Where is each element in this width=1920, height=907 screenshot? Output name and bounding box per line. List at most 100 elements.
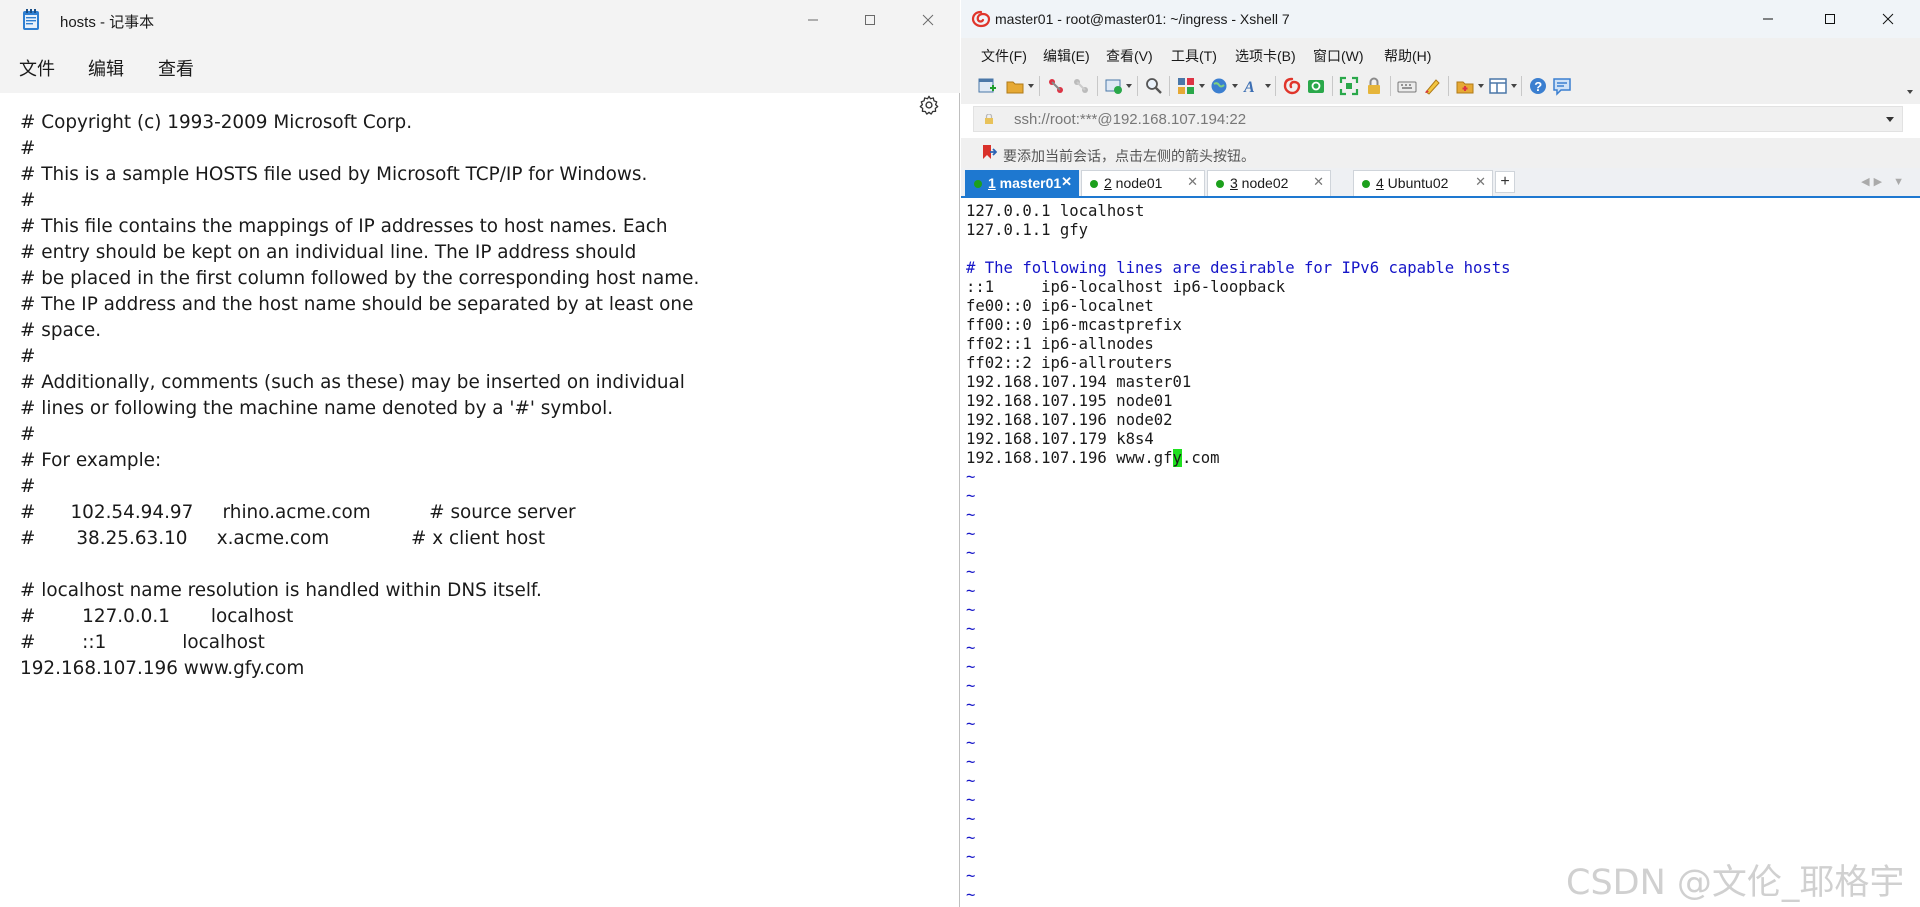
editor-line: # localhost name resolution is handled w…: [20, 580, 542, 601]
editor-line: # Additionally, comments (such as these)…: [20, 372, 685, 393]
layout-icon[interactable]: [1176, 76, 1196, 96]
globe-icon[interactable]: [1209, 76, 1229, 96]
notepad-close-button[interactable]: [899, 0, 957, 40]
vim-empty-lines: ~ ~ ~ ~ ~ ~ ~ ~ ~ ~ ~ ~ ~ ~ ~ ~ ~ ~ ~ ~ ~ ~ ~: [966, 468, 1511, 905]
tab-close-icon[interactable]: ✕: [1313, 174, 1324, 190]
toolbar-separator: [1448, 76, 1449, 96]
highlight-pen-icon[interactable]: [1422, 76, 1442, 96]
vim-tilde-line: ~: [966, 525, 976, 543]
xshell-swirl-icon[interactable]: [1282, 76, 1302, 96]
toolbar-separator: [1332, 76, 1333, 96]
notepad-maximize-button[interactable]: [841, 0, 899, 40]
session-properties-icon[interactable]: [1104, 76, 1124, 96]
menu-edit[interactable]: 编辑(E): [1043, 46, 1090, 66]
vim-tilde-line: ~: [966, 753, 976, 771]
tab-node01[interactable]: 2 node01 ✕: [1081, 170, 1205, 196]
editor-line: #: [20, 476, 36, 497]
tab-scroll-arrows-icon[interactable]: ◀▶ ▼: [1861, 175, 1908, 188]
vim-tilde-line: ~: [966, 487, 976, 505]
terminal-line: ::1 ip6-localhost ip6-loopback: [966, 278, 1286, 296]
notepad-editor[interactable]: # Copyright (c) 1993-2009 Microsoft Corp…: [20, 110, 699, 682]
notepad-titlebar[interactable]: hosts - 记事本: [0, 0, 960, 40]
open-folder-icon[interactable]: [1005, 76, 1025, 96]
dropdown-caret-icon[interactable]: [1126, 84, 1132, 88]
menu-tabs[interactable]: 选项卡(B): [1235, 46, 1296, 66]
xshell-titlebar[interactable]: master01 - root@master01: ~/ingress - Xs…: [961, 0, 1920, 38]
tab-layout-icon[interactable]: [1488, 76, 1508, 96]
toolbar-separator: [1390, 76, 1391, 96]
menu-help[interactable]: 帮助(H): [1384, 46, 1431, 66]
menu-file[interactable]: 文件(F): [981, 46, 1027, 66]
tab-close-icon[interactable]: ✕: [1061, 174, 1072, 190]
address-input[interactable]: ssh://root:***@192.168.107.194:22: [1014, 111, 1246, 128]
menu-view[interactable]: 查看: [158, 55, 194, 81]
notepad-window-title: hosts - 记事本: [60, 14, 155, 31]
bookmark-arrow-icon[interactable]: [981, 144, 997, 160]
toolbar-separator: [1097, 76, 1098, 96]
fullscreen-icon[interactable]: [1339, 76, 1359, 96]
new-session-icon[interactable]: [977, 76, 997, 96]
menu-edit[interactable]: 编辑: [88, 55, 124, 81]
dropdown-caret-icon[interactable]: [1028, 84, 1034, 88]
tab-close-icon[interactable]: ✕: [1475, 174, 1486, 190]
dropdown-caret-icon[interactable]: [1265, 84, 1271, 88]
vim-tilde-line: ~: [966, 886, 976, 904]
tab-master01[interactable]: 1 master01 ✕: [965, 170, 1079, 196]
vim-tilde-line: ~: [966, 734, 976, 752]
xshell-maximize-button[interactable]: [1801, 0, 1859, 38]
terminal-view[interactable]: 127.0.0.1 localhost 127.0.1.1 gfy # The fo…: [961, 198, 1920, 907]
settings-gear-icon[interactable]: [918, 94, 940, 116]
help-icon[interactable]: ?: [1528, 76, 1548, 96]
disconnect-icon[interactable]: [1071, 76, 1091, 96]
tab-node02[interactable]: 3 node02 ✕: [1207, 170, 1331, 196]
line-before-cursor: 192.168.107.196 www.gf: [966, 449, 1173, 467]
menu-file[interactable]: 文件: [19, 55, 55, 81]
address-bar[interactable]: ssh://root:***@192.168.107.194:22: [973, 106, 1903, 132]
chat-icon[interactable]: [1552, 76, 1572, 96]
tab-label: 4 Ubuntu02: [1376, 175, 1448, 191]
xftp-icon[interactable]: [1306, 76, 1326, 96]
notepad-app-icon: [23, 9, 39, 30]
vim-tilde-line: ~: [966, 506, 976, 524]
editor-line: # 38.25.63.10 x.acme.com # x client host: [20, 528, 546, 549]
notepad-minimize-button[interactable]: [784, 0, 842, 40]
toolbar-overflow-caret-icon[interactable]: [1907, 90, 1913, 94]
menu-window[interactable]: 窗口(W): [1313, 46, 1364, 66]
find-icon[interactable]: [1144, 76, 1164, 96]
editor-line: #: [20, 424, 36, 445]
menu-tools[interactable]: 工具(T): [1171, 46, 1217, 66]
dropdown-caret-icon[interactable]: [1232, 84, 1238, 88]
vim-tilde-line: ~: [966, 582, 976, 600]
session-status-dot: [1362, 180, 1370, 188]
editor-line: #: [20, 346, 36, 367]
terminal-line: 192.168.107.195 node01: [966, 392, 1173, 410]
terminal-output: 127.0.0.1 localhost 127.0.1.1 gfy # The fo…: [966, 202, 1511, 905]
terminal-cursor: y: [1172, 449, 1182, 467]
session-status-dot: [1090, 180, 1098, 188]
dropdown-caret-icon[interactable]: [1478, 84, 1484, 88]
xshell-window: master01 - root@master01: ~/ingress - Xs…: [961, 0, 1920, 907]
csdn-watermark: CSDN @文伦_耶格宇: [1566, 863, 1905, 903]
terminal-comment-line: # The following lines are desirable for …: [966, 259, 1511, 277]
terminal-line: 192.168.107.179 k8s4: [966, 430, 1154, 448]
dropdown-caret-icon[interactable]: [1511, 84, 1517, 88]
lock-icon[interactable]: [1364, 76, 1384, 96]
add-tab-button[interactable]: +: [1495, 171, 1515, 193]
tab-close-icon[interactable]: ✕: [1187, 174, 1198, 190]
tab-ubuntu02[interactable]: 4 Ubuntu02 ✕: [1353, 170, 1493, 196]
menu-view[interactable]: 查看(V): [1106, 46, 1153, 66]
xshell-app-icon: [971, 10, 991, 28]
add-folder-icon[interactable]: [1455, 76, 1475, 96]
address-dropdown-icon[interactable]: [1886, 117, 1894, 122]
connect-icon[interactable]: [1046, 76, 1066, 96]
toolbar-separator: [1275, 76, 1276, 96]
editor-line: #: [20, 138, 36, 159]
font-icon[interactable]: A: [1242, 76, 1262, 96]
session-tab-bar: 1 master01 ✕ 2 node01 ✕ 3 node02 ✕ 4 Ubu…: [961, 168, 1920, 198]
keyboard-icon[interactable]: [1397, 76, 1417, 96]
dropdown-caret-icon[interactable]: [1199, 84, 1205, 88]
tab-name: Ubuntu02: [1383, 175, 1449, 191]
xshell-close-button[interactable]: [1859, 0, 1917, 38]
xshell-minimize-button[interactable]: [1739, 0, 1797, 38]
